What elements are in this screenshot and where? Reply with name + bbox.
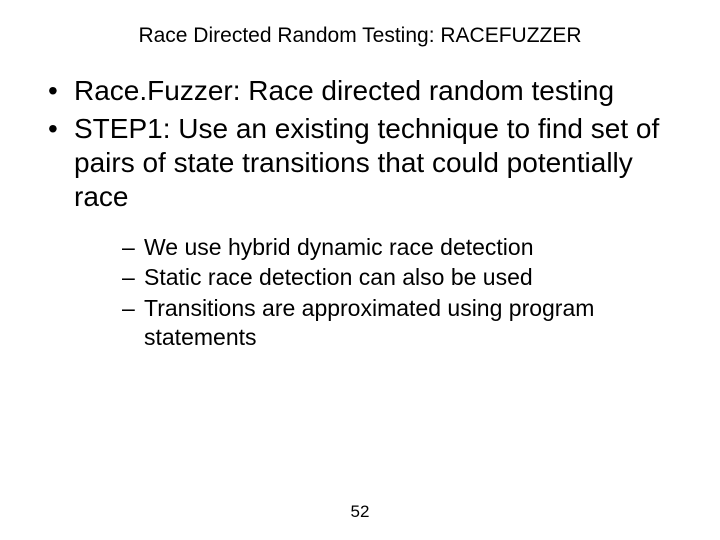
slide: Race Directed Random Testing: RACEFUZZER… <box>0 0 720 540</box>
page-number: 52 <box>0 502 720 522</box>
sub-bullet-list: We use hybrid dynamic race detection Sta… <box>122 233 682 352</box>
bullet-text: STEP1: Use an existing technique to find… <box>74 113 659 212</box>
sub-bullet-item: Static race detection can also be used <box>122 263 682 292</box>
bullet-item: Race.Fuzzer: Race directed random testin… <box>48 74 682 108</box>
slide-title: Race Directed Random Testing: RACEFUZZER <box>28 24 692 48</box>
sub-bullet-item: Transitions are approximated using progr… <box>122 294 682 352</box>
sub-bullet-item: We use hybrid dynamic race detection <box>122 233 682 262</box>
sub-bullet-text: Transitions are approximated using progr… <box>144 295 594 350</box>
sub-bullet-text: Static race detection can also be used <box>144 264 533 290</box>
sub-bullet-text: We use hybrid dynamic race detection <box>144 234 534 260</box>
bullet-text: Race.Fuzzer: Race directed random testin… <box>74 75 614 106</box>
main-bullet-list: Race.Fuzzer: Race directed random testin… <box>48 74 682 352</box>
bullet-item: STEP1: Use an existing technique to find… <box>48 112 682 351</box>
